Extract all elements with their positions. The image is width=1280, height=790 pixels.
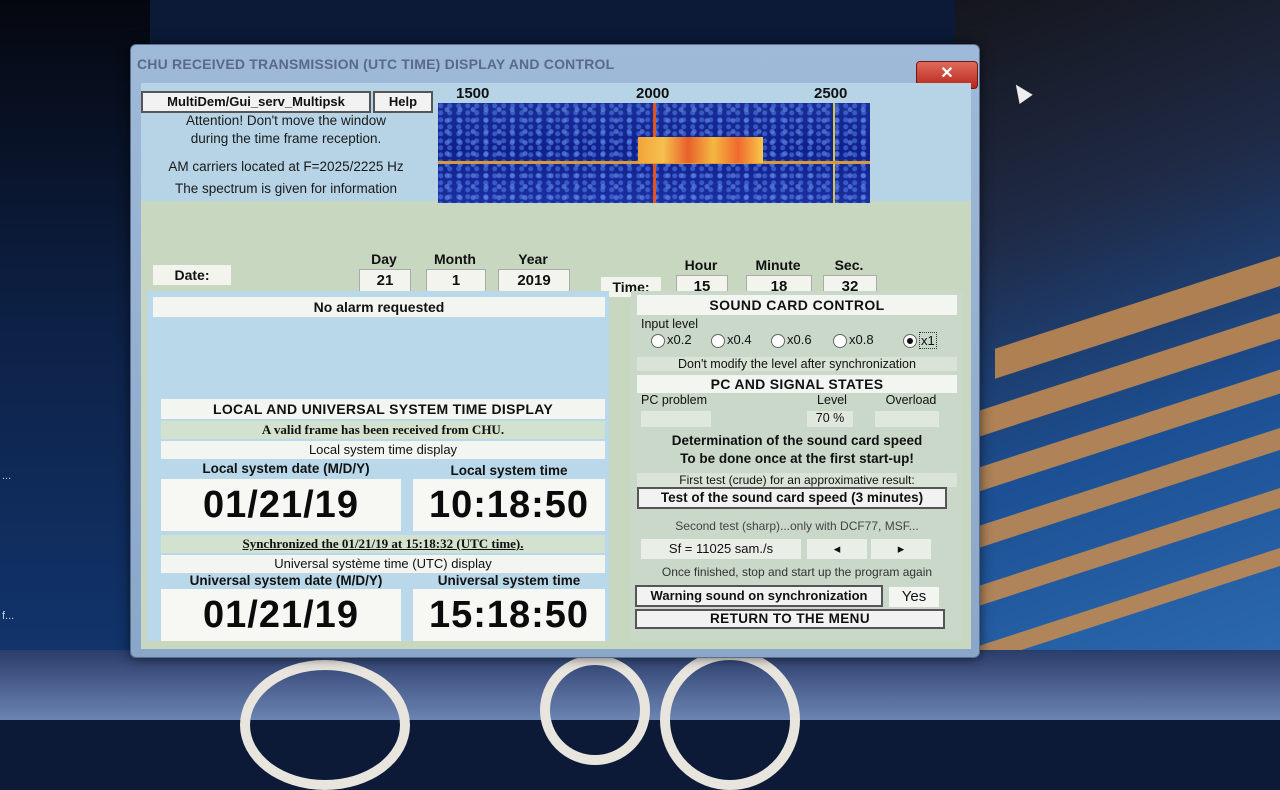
determination-title: Determination of the sound card speed [671,433,923,448]
input-level-label: Input level [641,317,698,331]
hour-label: Hour [684,257,718,273]
day-label: Day [371,251,397,267]
sound-card-title: SOUND CARD CONTROL [637,295,957,315]
radio-x0.2[interactable] [651,334,665,348]
local-date-display: 01/21/19 [161,479,401,531]
input-level-group: x0.2 x0.4 x0.6 x0.8 x1 [651,332,951,350]
desktop-bottom [0,650,1280,790]
radio-x1[interactable] [903,334,917,348]
sf-decrease-button[interactable]: ◂ [807,539,867,559]
local-date-label: Local system date (M/D/Y) [202,461,370,476]
radio-label: x0.2 [667,332,692,347]
month-label: Month [434,251,476,267]
radio-x0.4[interactable] [711,334,725,348]
minute-label: Minute [755,257,801,273]
first-test-text: First test (crude) for an approximative … [637,473,957,487]
utc-time-display: 15:18:50 [413,589,605,641]
desktop-wallpaper [955,0,1280,720]
pc-problem-label: PC problem [641,393,707,407]
spectrum-info: The spectrum is given for information [174,181,398,196]
sound-card-panel: SOUND CARD CONTROL Input level x0.2 x0.4… [631,291,963,641]
time-display-panel: No alarm requested LOCAL AND UNIVERSAL S… [147,291,609,641]
chu-window: CHU RECEIVED TRANSMISSION (UTC TIME) DIS… [130,44,980,658]
top-panel: MultiDem/Gui_serv_Multipsk Help Attentio… [141,83,971,203]
radio-label: x0.8 [849,332,874,347]
valid-frame-text: A valid frame has been received from CHU… [161,421,605,439]
overload-label: Overload [885,393,937,407]
local-time-display: 10:18:50 [413,479,605,531]
synchronized-text: Synchronized the 01/21/19 at 15:18:32 (U… [161,535,605,553]
freq-tick: 2000 [636,85,670,102]
local-time-label: Local system time [450,463,568,478]
day-value: 21 [359,269,411,293]
date-label: Date: [153,265,231,285]
determination-subtitle: To be done once at the first start-up! [680,451,914,466]
return-menu-button[interactable]: RETURN TO THE MENU [635,609,945,629]
warning-sound-yes[interactable]: Yes [889,587,939,607]
year-label: Year [518,251,548,267]
time-display-title: LOCAL AND UNIVERSAL SYSTEM TIME DISPLAY [161,399,605,419]
sf-increase-button[interactable]: ▸ [871,539,931,559]
level-value: 70 % [807,411,853,427]
window-client: MultiDem/Gui_serv_Multipsk Help Attentio… [141,83,971,649]
frequency-scale: 1500 2000 2500 [438,83,870,103]
alarm-status: No alarm requested [153,297,605,317]
attention-text-2: during the time frame reception. [190,131,382,146]
spectrum-waterfall [438,103,870,203]
once-finished-text: Once finished, stop and start up the pro… [661,565,933,579]
local-display-label: Local system time display [161,441,605,459]
desktop-icon-label[interactable]: ... [2,470,11,482]
level-label: Level [817,393,847,407]
radio-label: x0.6 [787,332,812,347]
dont-modify-text: Don't modify the level after synchroniza… [637,357,957,371]
desktop-left [0,0,150,720]
overload-indicator [875,411,939,427]
year-value: 2019 [498,269,570,293]
multidem-button[interactable]: MultiDem/Gui_serv_Multipsk [141,91,371,113]
utc-date-display: 01/21/19 [161,589,401,641]
radio-label-selected: x1 [919,332,937,349]
month-value: 1 [426,269,486,293]
radio-label: x0.4 [727,332,752,347]
attention-text: Attention! Don't move the window [186,113,386,128]
carriers-info: AM carriers located at F=2025/2225 Hz [168,159,404,174]
pc-problem-indicator [641,411,711,427]
sec-label: Sec. [834,257,864,273]
window-title: CHU RECEIVED TRANSMISSION (UTC TIME) DIS… [137,56,615,72]
radio-x0.8[interactable] [833,334,847,348]
help-button[interactable]: Help [373,91,433,113]
freq-tick: 2500 [814,85,848,102]
desktop-icon-label[interactable]: f... [2,610,14,622]
freq-tick: 1500 [456,85,490,102]
utc-date-label: Universal system date (M/D/Y) [189,573,383,588]
utc-time-label: Universal system time [437,573,581,588]
sound-speed-test-button[interactable]: Test of the sound card speed (3 minutes) [637,487,947,509]
warning-sound-button[interactable]: Warning sound on synchronization [635,585,883,607]
radio-x0.6[interactable] [771,334,785,348]
utc-display-label: Universal système time (UTC) display [161,555,605,573]
pc-states-title: PC AND SIGNAL STATES [637,375,957,393]
second-test-text: Second test (sharp)...only with DCF77, M… [675,519,919,533]
sf-value: Sf = 11025 sam./s [641,539,801,559]
